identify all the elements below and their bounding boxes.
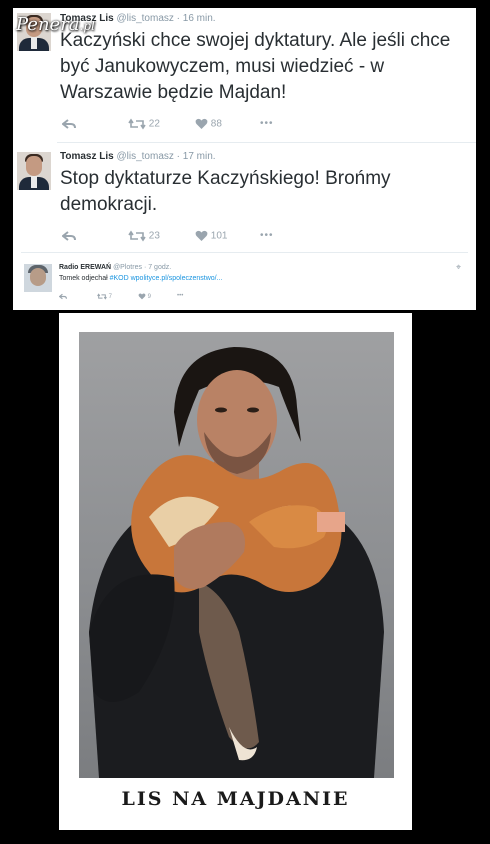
reply-icon[interactable] bbox=[61, 118, 76, 130]
tweet-actions: 22 88 ••• bbox=[60, 118, 460, 132]
retweet-count: 23 bbox=[148, 230, 160, 242]
author-name[interactable]: Radio EREWAŃ bbox=[59, 264, 111, 271]
avatar[interactable] bbox=[24, 264, 52, 292]
tweet-actions: 23 101 ••• bbox=[60, 230, 460, 244]
author-name[interactable]: Tomasz Lis bbox=[60, 151, 114, 162]
retweet-button[interactable]: 23 bbox=[128, 230, 160, 242]
retweet-icon bbox=[97, 293, 107, 300]
poster-caption: LIS NA MAJDANIE bbox=[121, 788, 350, 810]
tweet-text: Stop dyktaturze Kaczyńskiego! Brońmy dem… bbox=[60, 168, 391, 215]
meme-poster: LIS NA MAJDANIE bbox=[59, 313, 412, 830]
location-pin-icon: ⌖ bbox=[456, 262, 462, 272]
like-count: 88 bbox=[210, 118, 222, 130]
like-button[interactable]: 9 bbox=[138, 293, 151, 300]
like-count: 9 bbox=[147, 294, 152, 301]
watermark-logo: Penera.pl bbox=[16, 14, 95, 35]
reply-icon[interactable] bbox=[61, 230, 76, 242]
retweet-button[interactable]: 7 bbox=[97, 293, 112, 300]
reply-icon[interactable] bbox=[58, 293, 67, 300]
heart-icon bbox=[195, 118, 208, 129]
avatar[interactable] bbox=[17, 152, 51, 190]
more-icon[interactable]: ••• bbox=[177, 293, 183, 299]
more-icon[interactable]: ••• bbox=[260, 118, 274, 129]
more-icon[interactable]: ••• bbox=[260, 230, 274, 241]
retweet-icon bbox=[128, 230, 146, 242]
man-with-fox-fur-illustration bbox=[89, 347, 384, 778]
like-button[interactable]: 101 bbox=[195, 230, 227, 242]
tweet-time[interactable]: · 7 godz. bbox=[144, 264, 171, 271]
heart-icon bbox=[138, 293, 146, 300]
retweet-icon bbox=[128, 118, 146, 130]
retweet-count: 22 bbox=[148, 118, 160, 130]
retweet-count: 7 bbox=[108, 294, 113, 301]
tweet-header: Radio EREWAŃ @Plotres · 7 godz. bbox=[59, 264, 171, 271]
tweet-text: Tomek odjechał #KOD wpolityce.pl/spolecz… bbox=[59, 275, 223, 282]
tweet-timeline: Tomasz Lis @lis_tomasz · 16 min. Kaczyńs… bbox=[13, 8, 476, 310]
tweet-time[interactable]: · 16 min. bbox=[177, 13, 216, 24]
tweet-text: Kaczyński chce swojej dyktatury. Ale jeś… bbox=[60, 30, 451, 103]
like-button[interactable]: 88 bbox=[195, 118, 222, 130]
author-handle[interactable]: @Plotres bbox=[113, 264, 142, 271]
author-handle[interactable]: @lis_tomasz bbox=[117, 13, 174, 24]
tweet-time[interactable]: · 17 min. bbox=[177, 151, 216, 162]
hashtag-link[interactable]: #KOD bbox=[110, 275, 129, 282]
divider bbox=[57, 142, 476, 143]
like-count: 101 bbox=[210, 230, 228, 242]
tweet-actions: 7 9 ••• bbox=[58, 293, 359, 303]
heart-icon bbox=[195, 230, 208, 241]
retweet-button[interactable]: 22 bbox=[128, 118, 160, 130]
poster-photo bbox=[79, 332, 394, 778]
divider bbox=[21, 252, 468, 253]
tweet-header: Tomasz Lis @lis_tomasz · 17 min. bbox=[60, 151, 216, 162]
url-link[interactable]: wpolityce.pl/spoleczenstwo/... bbox=[131, 275, 223, 282]
author-handle[interactable]: @lis_tomasz bbox=[117, 151, 174, 162]
